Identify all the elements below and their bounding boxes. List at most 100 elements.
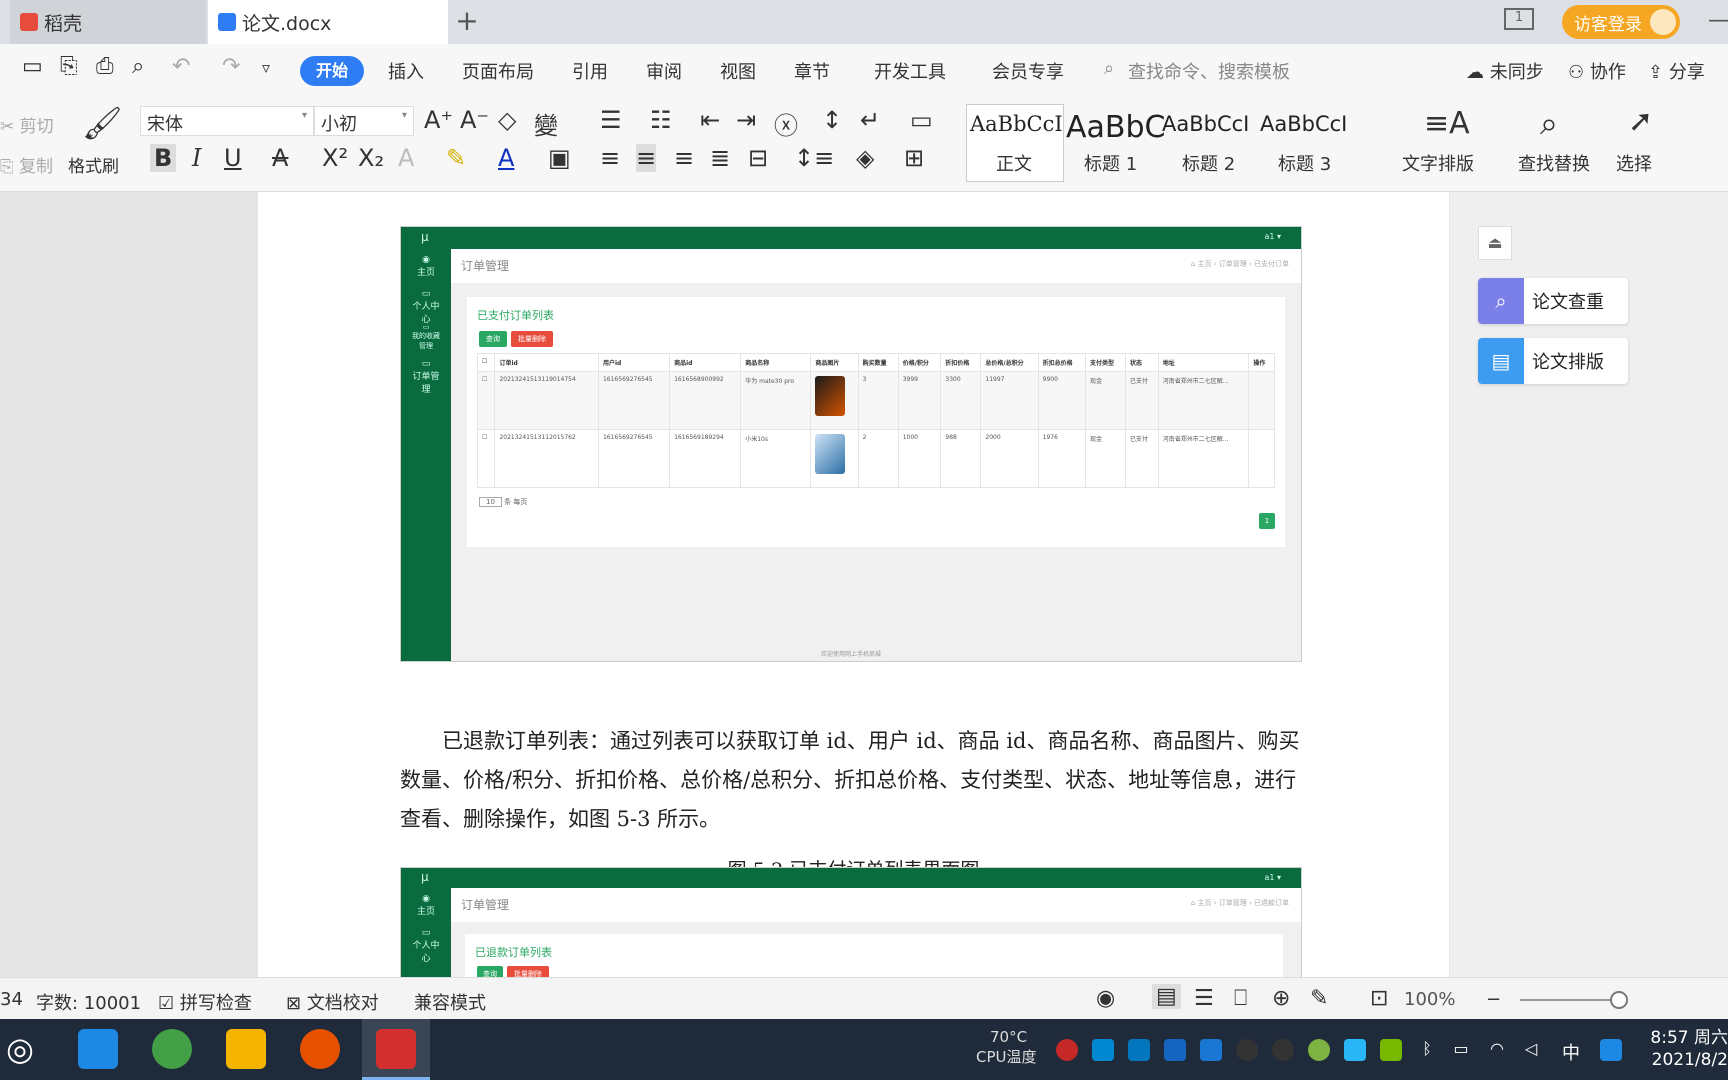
decrease-indent-icon[interactable]: ⇤: [700, 106, 720, 134]
file-explorer-icon[interactable]: [226, 1029, 266, 1069]
align-center-icon[interactable]: ≡: [636, 144, 657, 172]
find-replace-icon[interactable]: ⌕: [1540, 104, 1558, 143]
menu-view[interactable]: 视图: [720, 58, 756, 84]
format-painter-label[interactable]: 格式刷: [68, 152, 119, 177]
tab-daoke[interactable]: 稻壳: [10, 0, 206, 44]
phonetic-icon[interactable]: 變: [534, 106, 558, 141]
zoom-level[interactable]: 100%: [1404, 989, 1455, 1010]
notification-icon[interactable]: [1600, 1039, 1622, 1061]
text-layout-icon[interactable]: ≡A: [1424, 106, 1470, 141]
document-page[interactable]: μ a1 ▾ ◉ 主页 ▭ 个人中心 ▭ 我的收藏管理 ▭ 订单管理 订单管理 ⌂ 主页…: [258, 192, 1449, 977]
outline-view-icon[interactable]: ☰: [1194, 986, 1214, 1011]
new-tab-button[interactable]: +: [452, 6, 482, 36]
web-view-icon[interactable]: ⊕: [1272, 986, 1290, 1011]
bold-icon[interactable]: B: [150, 144, 177, 172]
body-paragraph[interactable]: 已退款订单列表：通过列表可以获取订单 id、用户 id、商品 id、商品名称、商…: [400, 722, 1306, 839]
tray-app-icon[interactable]: [1344, 1039, 1366, 1061]
save-icon[interactable]: ▭: [22, 54, 43, 79]
format-icon[interactable]: ⎘: [60, 54, 78, 79]
style-preview[interactable]: AaBbCcI: [1260, 112, 1347, 136]
font-family-select[interactable]: 宋体 ▾: [140, 106, 314, 136]
fit-page-icon[interactable]: ⊡: [1370, 986, 1388, 1011]
bluetooth-icon[interactable]: ᛒ: [1416, 1039, 1438, 1061]
tab-document[interactable]: 论文.docx: [208, 0, 448, 44]
menu-start[interactable]: 开始: [300, 56, 364, 86]
qq-icon[interactable]: [1272, 1039, 1294, 1061]
distributed-icon[interactable]: ⊟: [748, 144, 768, 172]
char-border-icon[interactable]: ▣: [548, 144, 571, 172]
collapse-panel-button[interactable]: ⏏: [1478, 226, 1512, 260]
align-right-icon[interactable]: ≡: [674, 144, 694, 172]
grow-font-icon[interactable]: A⁺: [424, 106, 453, 134]
tray-app-icon[interactable]: [1308, 1039, 1330, 1061]
undo-icon[interactable]: ↶: [172, 54, 190, 79]
chinese-layout-icon[interactable]: ⓧ: [774, 106, 798, 141]
find-replace-label[interactable]: 查找替换: [1518, 150, 1590, 176]
sort-icon[interactable]: ↕: [822, 106, 842, 134]
superscript-icon[interactable]: X²: [322, 144, 348, 172]
browser-icon[interactable]: [152, 1029, 192, 1069]
menu-member[interactable]: 会员专享: [992, 58, 1064, 84]
search-icon[interactable]: ⌕: [1104, 58, 1114, 79]
border-icon[interactable]: ⊞: [904, 144, 924, 172]
numbered-list-icon[interactable]: ☷: [650, 106, 672, 134]
tray-app-icon[interactable]: [1092, 1039, 1114, 1061]
print-preview-icon[interactable]: ⌕: [132, 54, 144, 79]
zoom-slider-handle[interactable]: [1610, 991, 1628, 1009]
copy-button[interactable]: ⎘ 复制: [0, 152, 53, 177]
system-clock[interactable]: 8:57 周六 2021/8/2: [1640, 1027, 1728, 1071]
paper-format-button[interactable]: ▤ 论文排版: [1478, 338, 1628, 384]
align-left-icon[interactable]: ≡: [600, 144, 620, 172]
share-button[interactable]: ⇪ 分享: [1648, 58, 1705, 84]
zoom-slider[interactable]: [1520, 999, 1620, 1001]
cut-button[interactable]: ✂ 剪切: [0, 112, 54, 137]
page-number[interactable]: 34: [0, 989, 23, 1010]
shading-icon[interactable]: ◈: [856, 144, 874, 172]
page-view-icon[interactable]: ▤: [1152, 984, 1181, 1009]
ie-browser-icon[interactable]: [78, 1029, 118, 1069]
style-preview[interactable]: AaBbC: [1066, 110, 1165, 145]
window-layout-icon[interactable]: 1: [1504, 8, 1534, 30]
show-marks-icon[interactable]: ↵: [860, 106, 880, 134]
ime-indicator[interactable]: 中: [1560, 1039, 1582, 1064]
word-count[interactable]: 字数: 10001: [36, 989, 141, 1015]
strikethrough-icon[interactable]: A: [272, 144, 288, 172]
shrink-font-icon[interactable]: A⁻: [460, 106, 489, 134]
volume-icon[interactable]: ◁: [1520, 1039, 1542, 1061]
collaborate-button[interactable]: ⚇ 协作: [1568, 58, 1626, 84]
tray-app-icon[interactable]: [1164, 1039, 1186, 1061]
nvidia-icon[interactable]: [1380, 1039, 1402, 1061]
highlight-icon[interactable]: ✎: [446, 144, 466, 172]
print-icon[interactable]: ⎙: [96, 54, 114, 79]
app-icon[interactable]: [300, 1029, 340, 1069]
menu-insert[interactable]: 插入: [388, 58, 424, 84]
menu-references[interactable]: 引用: [572, 58, 608, 84]
justify-icon[interactable]: ≣: [710, 144, 730, 172]
search-command-input[interactable]: 查找命令、搜索模板: [1128, 58, 1290, 84]
font-size-select[interactable]: 小初 ▾: [314, 106, 414, 136]
minimize-button[interactable]: —: [1708, 8, 1728, 33]
qq-icon[interactable]: [1236, 1039, 1258, 1061]
format-painter-icon[interactable]: 🖌: [82, 104, 123, 142]
battery-icon[interactable]: ▭: [1450, 1039, 1472, 1061]
tray-app-icon[interactable]: [1056, 1039, 1078, 1061]
cpu-temp-widget[interactable]: 70°C CPU温度: [976, 1027, 1056, 1067]
subscript-icon[interactable]: X₂: [358, 144, 384, 172]
zoom-out-button[interactable]: −: [1486, 989, 1501, 1010]
redo-icon[interactable]: ↷: [222, 54, 240, 79]
clear-format-icon[interactable]: ◇: [498, 106, 516, 134]
write-mode-icon[interactable]: ✎: [1310, 986, 1328, 1011]
shield-icon[interactable]: [1200, 1039, 1222, 1061]
font-color-icon[interactable]: A: [498, 144, 514, 172]
text-layout-label[interactable]: 文字排版: [1402, 150, 1474, 176]
ruler-icon[interactable]: ▭: [910, 106, 933, 134]
spell-check-button[interactable]: ☑ 拼写检查: [158, 989, 252, 1015]
menu-chapter[interactable]: 章节: [794, 58, 830, 84]
style-preview[interactable]: AaBbCcI: [1162, 112, 1249, 136]
eye-protection-icon[interactable]: ◉: [1096, 986, 1115, 1011]
guest-login-button[interactable]: 访客登录: [1562, 5, 1680, 39]
menu-dev-tools[interactable]: 开发工具: [874, 58, 946, 84]
select-label[interactable]: 选择: [1616, 150, 1652, 176]
paper-check-button[interactable]: ⌕ 论文查重: [1478, 278, 1628, 324]
chevron-down-icon[interactable]: ▿: [262, 58, 270, 77]
